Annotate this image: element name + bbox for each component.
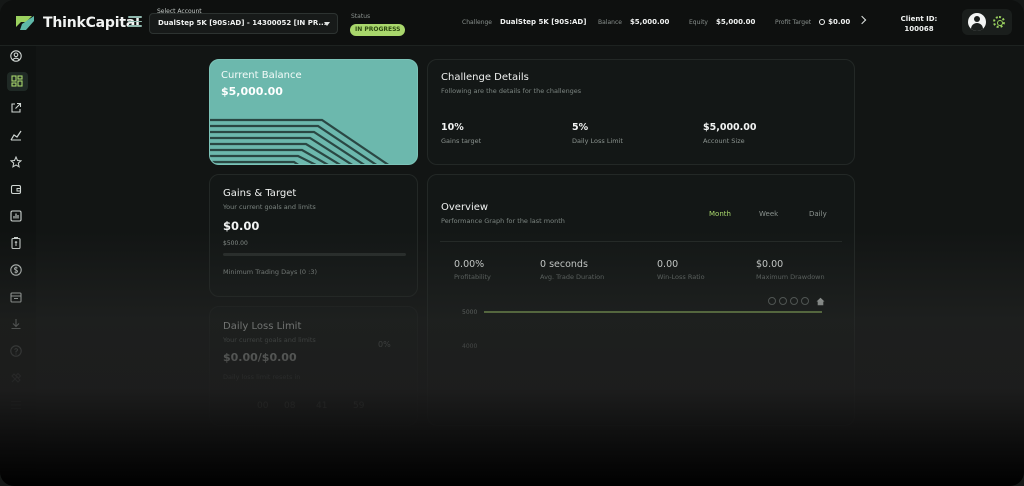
equity-value: $5,000.00 [715, 18, 756, 26]
certificate-icon[interactable] [10, 237, 25, 252]
avatar-icon[interactable] [968, 13, 986, 31]
decorative-stripes [210, 118, 390, 164]
sidebar [0, 46, 36, 486]
challenge-stat: Challenge DualStep 5K [90S:AD] [462, 18, 586, 26]
win-loss-label: Win-Loss Ratio [657, 273, 705, 281]
status-label: Status [351, 13, 371, 20]
balance-label: Balance [598, 19, 622, 26]
performance-chart: 5000 4000 [462, 309, 822, 350]
user-icon[interactable] [10, 50, 25, 65]
chart-trend-icon[interactable] [10, 129, 25, 144]
profit-target-label: Profit Target [775, 19, 812, 26]
gains-title: Gains & Target [223, 188, 297, 199]
status-badge: IN PROGRESS [350, 24, 406, 36]
timer-days: 00 [257, 401, 269, 411]
profit-target-value: $0.00 [828, 18, 851, 26]
profit-target-stat: Profit Target $0.00 [775, 18, 850, 26]
y-tick-label: 4000 [462, 343, 477, 350]
divider [440, 241, 842, 242]
help-icon[interactable] [10, 345, 25, 360]
balance-stat: Balance $5,000.00 [598, 18, 669, 26]
chevron-down-icon [324, 22, 330, 26]
equity-stat: Equity $5,000.00 [689, 18, 755, 26]
daily-loss-title: Daily Loss Limit [223, 321, 302, 332]
overview-subtitle: Performance Graph for the last month [441, 217, 565, 225]
gear-icon[interactable] [993, 16, 1005, 28]
brand-name: ThinkCapital [43, 15, 140, 31]
chevron-right-icon[interactable] [857, 15, 867, 25]
clock-icon [819, 19, 826, 25]
logo-icon [16, 16, 34, 30]
calendar-icon[interactable] [10, 291, 25, 306]
max-drawdown-label: Maximum Drawdown [756, 273, 825, 281]
daily-loss-note: Daily loss limit resets in [223, 373, 301, 381]
gains-value: $0.00 [223, 219, 260, 233]
daily-loss-label: Daily Loss Limit [572, 137, 623, 145]
gains-target-amount: $500.00 [223, 240, 248, 247]
balance-card-value: $5,000.00 [221, 85, 283, 98]
account-size-value: $5,000.00 [703, 122, 757, 133]
daily-loss-card: Daily Loss Limit Your current goals and … [209, 306, 418, 426]
top-bar: ThinkCapital Select Account DualStep 5K … [0, 0, 1024, 46]
current-balance-card: Current Balance $5,000.00 [209, 59, 418, 165]
gains-target-value: 10% [441, 122, 464, 133]
avg-duration-label: Avg. Trade Duration [540, 273, 605, 281]
win-loss-value: 0.00 [657, 259, 679, 270]
gains-target-card: Gains & Target Your current goals and li… [209, 174, 418, 297]
timer-hours: 08 [284, 401, 296, 411]
logo[interactable]: ThinkCapital [14, 13, 140, 33]
gains-progress-bar [223, 253, 406, 256]
tools-icon[interactable] [10, 372, 25, 387]
min-trading-days: Minimum Trading Days (0 :3) [223, 268, 317, 276]
hamburger-icon [128, 16, 142, 18]
tab-week[interactable]: Week [759, 210, 778, 218]
overview-card: Overview Performance Graph for the last … [427, 174, 855, 426]
balance-card-title: Current Balance [221, 70, 302, 81]
challenge-value: DualStep 5K [90S:AD] [500, 18, 587, 26]
external-link-icon[interactable] [10, 102, 25, 117]
profitability-value: 0.00% [454, 259, 485, 270]
account-size-label: Account Size [703, 137, 745, 145]
challenge-label: Challenge [462, 19, 492, 26]
client-id: Client ID: 100068 [895, 14, 943, 34]
gains-subtitle: Your current goals and limits [223, 203, 316, 211]
profitability-label: Profitability [454, 273, 491, 281]
tab-daily[interactable]: Daily [809, 210, 827, 218]
bar-chart-icon[interactable] [10, 210, 25, 225]
gains-target-label: Gains target [441, 137, 482, 145]
avg-duration-value: 0 seconds [540, 259, 588, 270]
dollar-icon[interactable] [10, 264, 25, 279]
client-id-value: 100068 [904, 25, 934, 33]
user-controls [962, 9, 1012, 35]
daily-loss-percent: 0% [378, 340, 391, 349]
daily-loss-value: 5% [572, 122, 589, 133]
list-icon[interactable] [10, 399, 25, 414]
account-select-value: DualStep 5K [90S:AD] - 14300052 [IN PR..… [158, 19, 327, 27]
account-select[interactable]: DualStep 5K [90S:AD] - 14300052 [IN PR..… [149, 13, 338, 34]
y-tick-label: 5000 [462, 309, 477, 316]
daily-loss-value: $0.00/$0.00 [223, 351, 297, 364]
tab-month[interactable]: Month [709, 210, 731, 218]
details-subtitle: Following are the details for the challe… [441, 87, 582, 95]
max-drawdown-value: $0.00 [756, 259, 784, 270]
app-window: ThinkCapital Select Account DualStep 5K … [0, 0, 1024, 486]
menu-toggle-button[interactable] [128, 16, 142, 28]
dashboard-icon[interactable] [7, 72, 28, 91]
client-id-label: Client ID: [900, 15, 938, 23]
equity-label: Equity [689, 19, 708, 26]
details-title: Challenge Details [441, 72, 529, 83]
star-icon[interactable] [10, 156, 25, 171]
challenge-details-card: Challenge Details Following are the deta… [427, 59, 855, 165]
wallet-icon[interactable] [10, 183, 25, 198]
download-icon[interactable] [10, 318, 25, 333]
balance-value: $5,000.00 [629, 18, 670, 26]
timer-seconds: 59 [353, 401, 365, 411]
daily-loss-subtitle: Your current goals and limits [223, 336, 316, 344]
overview-title: Overview [441, 202, 489, 213]
timer-minutes: 41 [316, 401, 328, 411]
